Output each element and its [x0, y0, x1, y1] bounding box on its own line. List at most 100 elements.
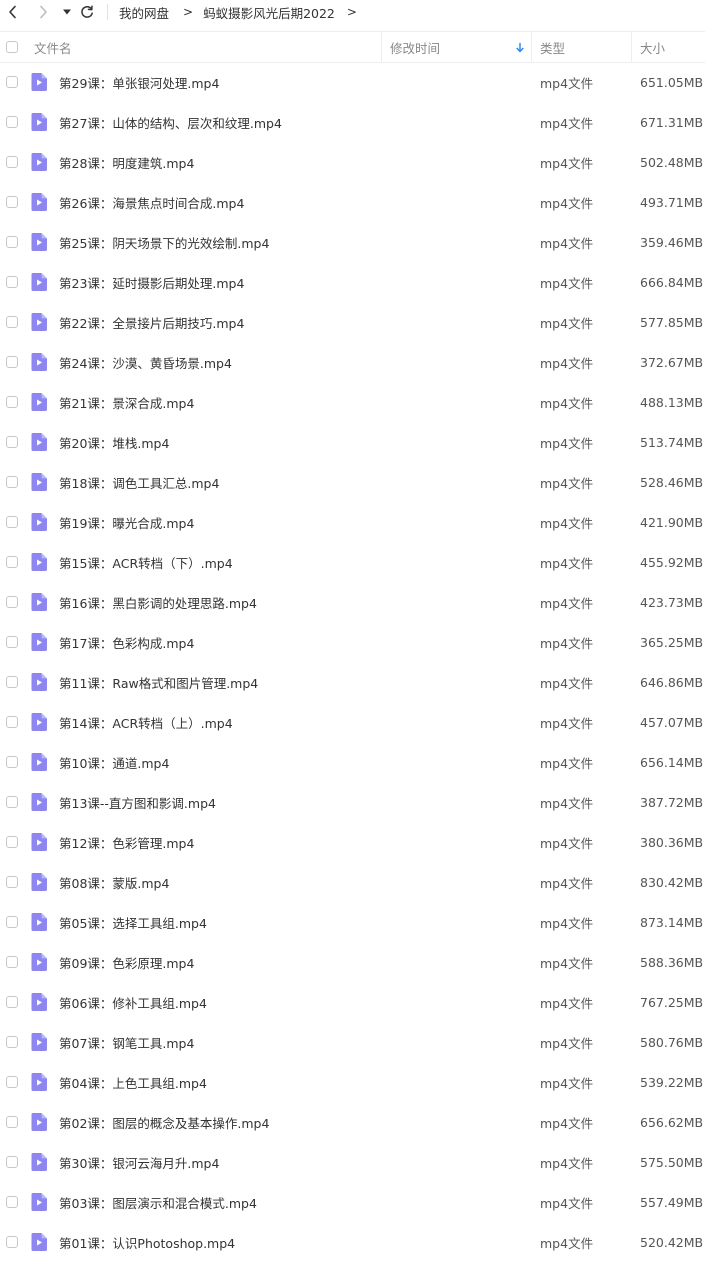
row-checkbox[interactable]: [6, 676, 18, 688]
row-checkbox[interactable]: [6, 596, 18, 608]
file-row[interactable]: 第08课：蒙版.mp4 mp4文件 830.42MB: [0, 862, 705, 902]
refresh-button[interactable]: [77, 2, 97, 22]
column-divider[interactable]: [531, 32, 532, 62]
file-row[interactable]: 第14课：ACR转档（上）.mp4 mp4文件 457.07MB: [0, 702, 705, 742]
file-row[interactable]: 第13课--直方图和影调.mp4 mp4文件 387.72MB: [0, 782, 705, 822]
file-name[interactable]: 第02课：图层的概念及基本操作.mp4: [59, 1102, 269, 1142]
file-name[interactable]: 第13课--直方图和影调.mp4: [59, 782, 216, 822]
file-name[interactable]: 第26课：海景焦点时间合成.mp4: [59, 182, 244, 222]
file-row[interactable]: 第10课：通道.mp4 mp4文件 656.14MB: [0, 742, 705, 782]
row-checkbox[interactable]: [6, 396, 18, 408]
file-name[interactable]: 第27课：山体的结构、层次和纹理.mp4: [59, 102, 282, 142]
row-checkbox[interactable]: [6, 156, 18, 168]
row-checkbox[interactable]: [6, 1156, 18, 1168]
file-row[interactable]: 第20课：堆栈.mp4 mp4文件 513.74MB: [0, 422, 705, 462]
history-dropdown-button[interactable]: [57, 2, 77, 22]
file-name[interactable]: 第15课：ACR转档（下）.mp4: [59, 542, 233, 582]
file-name[interactable]: 第01课：认识Photoshop.mp4: [59, 1222, 235, 1262]
file-row[interactable]: 第15课：ACR转档（下）.mp4 mp4文件 455.92MB: [0, 542, 705, 582]
file-name[interactable]: 第24课：沙漠、黄昏场景.mp4: [59, 342, 232, 382]
row-checkbox[interactable]: [6, 956, 18, 968]
file-name[interactable]: 第06课：修补工具组.mp4: [59, 982, 207, 1022]
row-checkbox[interactable]: [6, 916, 18, 928]
file-name[interactable]: 第03课：图层演示和混合模式.mp4: [59, 1182, 257, 1222]
file-name[interactable]: 第07课：钢笔工具.mp4: [59, 1022, 194, 1062]
file-row[interactable]: 第28课：明度建筑.mp4 mp4文件 502.48MB: [0, 142, 705, 182]
file-row[interactable]: 第27课：山体的结构、层次和纹理.mp4 mp4文件 671.31MB: [0, 102, 705, 142]
breadcrumb-current[interactable]: 蚂蚁摄影风光后期2022: [203, 3, 335, 22]
file-name[interactable]: 第08课：蒙版.mp4: [59, 862, 169, 902]
file-name[interactable]: 第12课：色彩管理.mp4: [59, 822, 194, 862]
file-row[interactable]: 第01课：认识Photoshop.mp4 mp4文件 520.42MB: [0, 1222, 705, 1262]
row-checkbox[interactable]: [6, 556, 18, 568]
row-checkbox[interactable]: [6, 636, 18, 648]
file-name[interactable]: 第29课：单张银河处理.mp4: [59, 62, 219, 102]
row-checkbox[interactable]: [6, 436, 18, 448]
file-name[interactable]: 第30课：银河云海月升.mp4: [59, 1142, 219, 1182]
row-checkbox[interactable]: [6, 756, 18, 768]
row-checkbox[interactable]: [6, 356, 18, 368]
file-row[interactable]: 第19课：曝光合成.mp4 mp4文件 421.90MB: [0, 502, 705, 542]
row-checkbox[interactable]: [6, 196, 18, 208]
row-checkbox[interactable]: [6, 836, 18, 848]
file-row[interactable]: 第11课：Raw格式和图片管理.mp4 mp4文件 646.86MB: [0, 662, 705, 702]
file-row[interactable]: 第23课：延时摄影后期处理.mp4 mp4文件 666.84MB: [0, 262, 705, 302]
row-checkbox[interactable]: [6, 316, 18, 328]
column-header-modified[interactable]: 修改时间: [390, 32, 530, 62]
row-checkbox[interactable]: [6, 516, 18, 528]
file-name[interactable]: 第04课：上色工具组.mp4: [59, 1062, 207, 1102]
row-checkbox[interactable]: [6, 996, 18, 1008]
file-row[interactable]: 第26课：海景焦点时间合成.mp4 mp4文件 493.71MB: [0, 182, 705, 222]
file-row[interactable]: 第25课：阴天场景下的光效绘制.mp4 mp4文件 359.46MB: [0, 222, 705, 262]
file-row[interactable]: 第07课：钢笔工具.mp4 mp4文件 580.76MB: [0, 1022, 705, 1062]
row-checkbox[interactable]: [6, 716, 18, 728]
file-name[interactable]: 第09课：色彩原理.mp4: [59, 942, 194, 982]
file-row[interactable]: 第21课：景深合成.mp4 mp4文件 488.13MB: [0, 382, 705, 422]
row-checkbox[interactable]: [6, 236, 18, 248]
row-checkbox[interactable]: [6, 1236, 18, 1248]
file-row[interactable]: 第04课：上色工具组.mp4 mp4文件 539.22MB: [0, 1062, 705, 1102]
row-checkbox[interactable]: [6, 276, 18, 288]
row-checkbox[interactable]: [6, 76, 18, 88]
file-name[interactable]: 第21课：景深合成.mp4: [59, 382, 194, 422]
row-checkbox[interactable]: [6, 116, 18, 128]
file-name[interactable]: 第23课：延时摄影后期处理.mp4: [59, 262, 244, 302]
file-name[interactable]: 第25课：阴天场景下的光效绘制.mp4: [59, 222, 269, 262]
file-row[interactable]: 第29课：单张银河处理.mp4 mp4文件 651.05MB: [0, 62, 705, 102]
file-name[interactable]: 第22课：全景接片后期技巧.mp4: [59, 302, 244, 342]
breadcrumb-root[interactable]: 我的网盘: [119, 3, 169, 22]
file-row[interactable]: 第16课：黑白影调的处理思路.mp4 mp4文件 423.73MB: [0, 582, 705, 622]
row-checkbox[interactable]: [6, 1196, 18, 1208]
file-name[interactable]: 第17课：色彩构成.mp4: [59, 622, 194, 662]
file-name[interactable]: 第05课：选择工具组.mp4: [59, 902, 207, 942]
file-row[interactable]: 第30课：银河云海月升.mp4 mp4文件 575.50MB: [0, 1142, 705, 1182]
row-checkbox[interactable]: [6, 1076, 18, 1088]
file-name[interactable]: 第28课：明度建筑.mp4: [59, 142, 194, 182]
file-row[interactable]: 第18课：调色工具汇总.mp4 mp4文件 528.46MB: [0, 462, 705, 502]
file-name[interactable]: 第20课：堆栈.mp4: [59, 422, 169, 462]
file-row[interactable]: 第03课：图层演示和混合模式.mp4 mp4文件 557.49MB: [0, 1182, 705, 1222]
column-divider[interactable]: [381, 32, 382, 62]
column-divider[interactable]: [631, 32, 632, 62]
file-name[interactable]: 第11课：Raw格式和图片管理.mp4: [59, 662, 258, 702]
row-checkbox[interactable]: [6, 476, 18, 488]
file-name[interactable]: 第19课：曝光合成.mp4: [59, 502, 194, 542]
back-button[interactable]: [3, 2, 23, 22]
file-name[interactable]: 第10课：通道.mp4: [59, 742, 169, 782]
file-row[interactable]: 第17课：色彩构成.mp4 mp4文件 365.25MB: [0, 622, 705, 662]
file-row[interactable]: 第02课：图层的概念及基本操作.mp4 mp4文件 656.62MB: [0, 1102, 705, 1142]
file-row[interactable]: 第09课：色彩原理.mp4 mp4文件 588.36MB: [0, 942, 705, 982]
column-header-size[interactable]: 大小: [640, 32, 665, 62]
file-row[interactable]: 第12课：色彩管理.mp4 mp4文件 380.36MB: [0, 822, 705, 862]
forward-button[interactable]: [33, 2, 53, 22]
file-row[interactable]: 第06课：修补工具组.mp4 mp4文件 767.25MB: [0, 982, 705, 1022]
row-checkbox[interactable]: [6, 1036, 18, 1048]
file-row[interactable]: 第24课：沙漠、黄昏场景.mp4 mp4文件 372.67MB: [0, 342, 705, 382]
column-header-name[interactable]: 文件名: [34, 32, 72, 62]
select-all-checkbox[interactable]: [6, 41, 18, 53]
row-checkbox[interactable]: [6, 876, 18, 888]
column-header-type[interactable]: 类型: [540, 32, 565, 62]
row-checkbox[interactable]: [6, 796, 18, 808]
file-name[interactable]: 第14课：ACR转档（上）.mp4: [59, 702, 233, 742]
file-name[interactable]: 第16课：黑白影调的处理思路.mp4: [59, 582, 257, 622]
